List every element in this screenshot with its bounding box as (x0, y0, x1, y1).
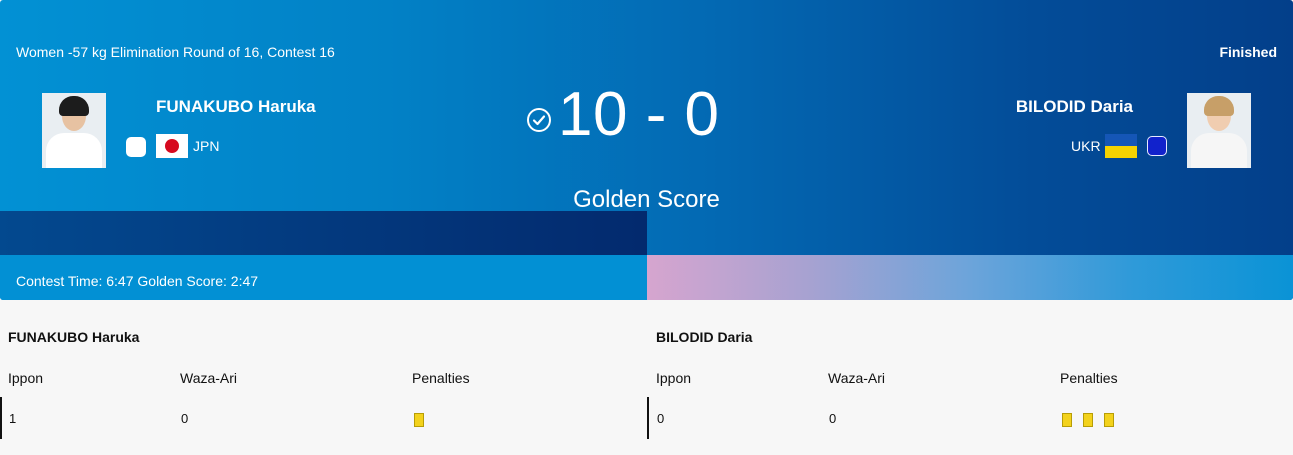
contest-time: Contest Time: 6:47 Golden Score: 2:47 (16, 273, 259, 289)
athlete-left-name[interactable]: FUNAKUBO Haruka (156, 97, 316, 117)
event-title: Women -57 kg Elimination Round of 16, Co… (16, 44, 335, 60)
col-waza-ari-left: Waza-Ari (180, 370, 238, 386)
col-penalties-left: Penalties (412, 370, 470, 386)
blue-judogi-indicator (1147, 136, 1167, 156)
penalty-card-icon (1083, 413, 1093, 427)
left-score-bar (0, 211, 647, 255)
waza-ari-value-right: 0 (829, 411, 837, 426)
decorative-gradient-strip (647, 255, 1293, 300)
ippon-value-left: 1 (9, 411, 17, 426)
col-penalties-right: Penalties (1060, 370, 1118, 386)
penalty-card-icon (1104, 413, 1114, 427)
athlete-right-photo (1187, 93, 1251, 168)
athlete-right-name[interactable]: BILODID Daria (1016, 97, 1133, 117)
ukraine-flag-icon (1105, 134, 1137, 158)
penalty-card-icon (414, 413, 424, 427)
status-badge: Finished (1219, 44, 1277, 60)
col-ippon-right: Ippon (656, 370, 692, 386)
row-marker-right (647, 397, 649, 439)
score: 10 - 0 (558, 80, 720, 149)
row-marker-left (0, 397, 2, 439)
col-waza-ari-right: Waza-Ari (828, 370, 886, 386)
stats-left-title: FUNAKUBO Haruka (8, 329, 140, 345)
col-ippon-left: Ippon (8, 370, 44, 386)
athlete-left-photo (42, 93, 106, 168)
stats-right-title: BILODID Daria (656, 329, 753, 345)
waza-ari-value-left: 0 (181, 411, 189, 426)
athlete-left-nation: JPN (193, 138, 220, 154)
japan-flag-icon (156, 134, 188, 158)
penalty-card-icon (1062, 413, 1072, 427)
athlete-right-nation: UKR (1071, 138, 1101, 154)
contest-header: Women -57 kg Elimination Round of 16, Co… (0, 0, 1293, 300)
golden-score-label: Golden Score (573, 186, 720, 213)
ippon-value-right: 0 (657, 411, 665, 426)
check-circle-icon (527, 108, 551, 132)
white-judogi-indicator (126, 137, 146, 157)
